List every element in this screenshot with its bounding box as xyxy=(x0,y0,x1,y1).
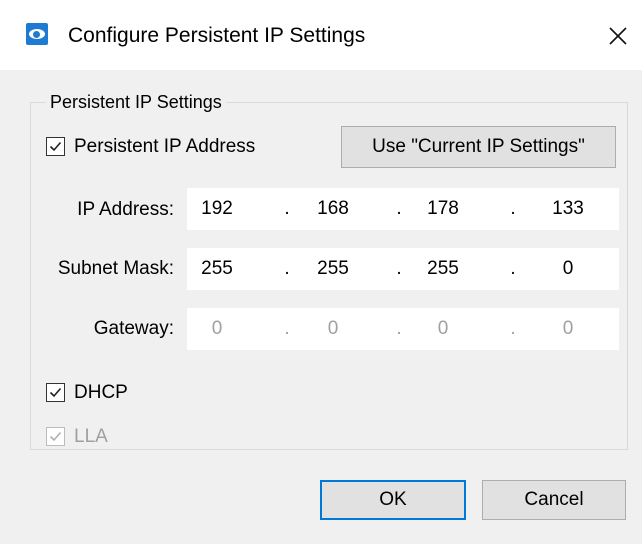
gateway-input[interactable]: 0 . 0 . 0 . 0 xyxy=(187,308,619,350)
dialog-body: Persistent IP Settings Persistent IP Add… xyxy=(0,70,642,544)
lla-label: LLA xyxy=(74,426,108,447)
title-bar: Configure Persistent IP Settings xyxy=(0,0,642,70)
ip-address-input[interactable]: 192 . 168 . 178 . 133 xyxy=(187,188,619,230)
cancel-button[interactable]: Cancel xyxy=(482,480,626,520)
checkmark-icon xyxy=(49,387,62,398)
persistent-ip-checkbox[interactable] xyxy=(46,137,65,156)
ip-dot: . xyxy=(396,198,402,219)
ok-button[interactable]: OK xyxy=(320,480,466,520)
ip-dot: . xyxy=(284,198,290,219)
groupbox-label: Persistent IP Settings xyxy=(46,90,226,114)
subnet-octet-4: 0 xyxy=(562,258,574,279)
eye-logo-icon xyxy=(26,23,48,45)
subnet-octet-3: 255 xyxy=(427,258,459,279)
subnet-dot: . xyxy=(396,258,402,279)
gateway-dot: . xyxy=(510,318,516,339)
ip-address-label: IP Address: xyxy=(77,199,174,220)
gateway-octet-2: 0 xyxy=(327,318,339,339)
subnet-octet-1: 255 xyxy=(201,258,233,279)
gateway-dot: . xyxy=(396,318,402,339)
dhcp-checkbox[interactable] xyxy=(46,383,65,402)
subnet-mask-label: Subnet Mask: xyxy=(57,258,174,279)
subnet-dot: . xyxy=(510,258,516,279)
subnet-mask-input[interactable]: 255 . 255 . 255 . 0 xyxy=(187,248,619,290)
subnet-dot: . xyxy=(284,258,290,279)
gateway-octet-3: 0 xyxy=(437,318,449,339)
window-title: Configure Persistent IP Settings xyxy=(68,24,366,47)
ip-dot: . xyxy=(510,198,516,219)
ip-octet-4: 133 xyxy=(552,198,584,219)
gateway-octet-4: 0 xyxy=(562,318,574,339)
close-button[interactable] xyxy=(598,16,638,56)
gateway-label: Gateway: xyxy=(93,318,174,339)
close-icon xyxy=(609,27,627,45)
use-current-ip-settings-button[interactable]: Use "Current IP Settings" xyxy=(341,126,616,168)
ip-octet-2: 168 xyxy=(317,198,349,219)
checkmark-icon xyxy=(49,431,62,442)
ip-octet-1: 192 xyxy=(201,198,233,219)
dhcp-label: DHCP xyxy=(74,382,128,403)
gateway-octet-1: 0 xyxy=(211,318,223,339)
persistent-ip-label: Persistent IP Address xyxy=(74,136,256,157)
subnet-octet-2: 255 xyxy=(317,258,349,279)
gateway-dot: . xyxy=(284,318,290,339)
checkmark-icon xyxy=(49,141,62,152)
ip-octet-3: 178 xyxy=(427,198,459,219)
lla-checkbox[interactable] xyxy=(46,427,65,446)
